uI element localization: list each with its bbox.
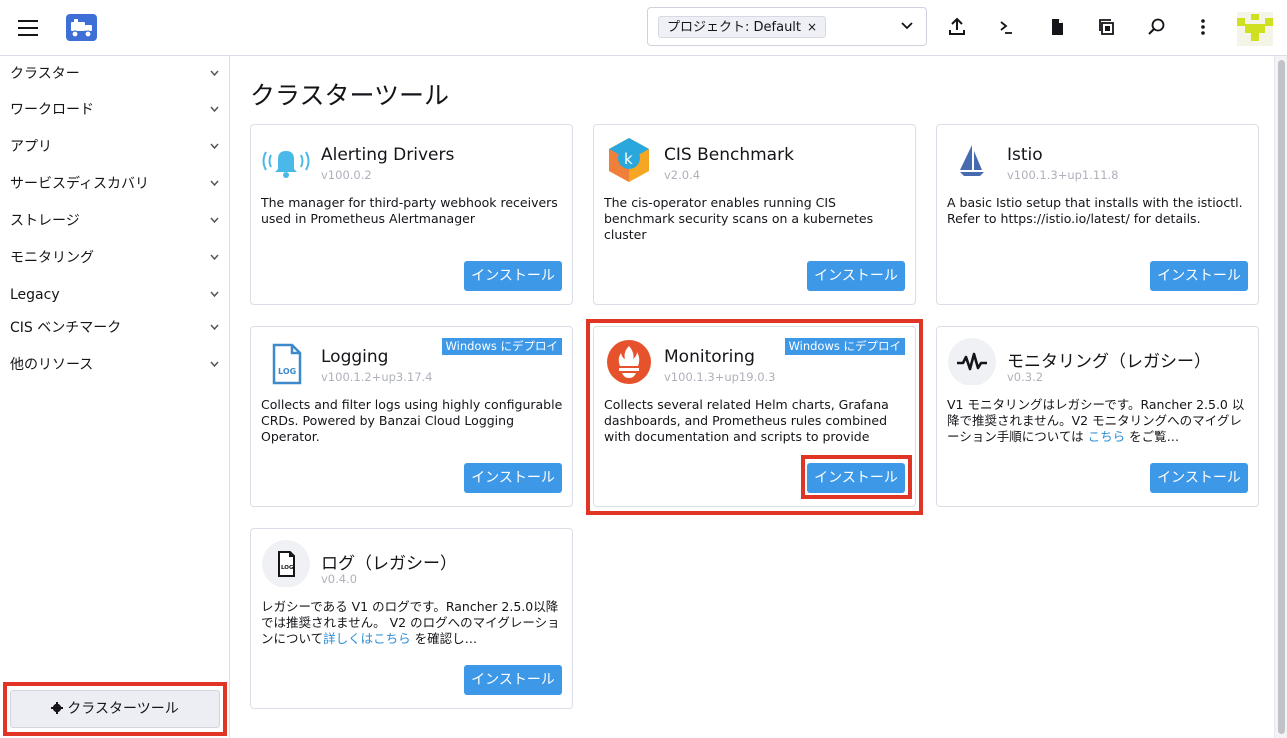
sidebar: クラスター ワークロード アプリ サービスディスカバリ ストレージ モニタリング…: [0, 56, 230, 738]
waveform-icon: [948, 338, 996, 385]
sidebar-item-label: サービスディスカバリ: [10, 176, 150, 192]
sidebar-item-label: Legacy: [10, 287, 60, 303]
install-button[interactable]: インストール: [807, 261, 905, 291]
chevron-down-icon: [210, 70, 219, 77]
main-content: クラスターツール Alerting Drivers v100.0.2 The m…: [230, 56, 1273, 738]
chart-description: V1 モニタリングはレガシーです。Rancher 2.5.0 以降で推奨されませ…: [947, 397, 1251, 447]
chart-description: The cis-operator enables running CIS ben…: [604, 195, 874, 242]
namespace-filter-select[interactable]: プロジェクト: Default ×: [647, 7, 927, 46]
log-doc-icon: LOG: [262, 540, 310, 587]
istio-sail-icon: [960, 145, 984, 176]
description-text: をご覧…: [1125, 429, 1180, 444]
chart-name: ログ（レガシー）: [321, 554, 457, 574]
chevron-down-icon: [210, 106, 219, 113]
chevron-down-icon: [210, 324, 219, 331]
top-bar: プロジェクト: Default ×: [0, 0, 1287, 56]
log-file-icon: LOG: [272, 343, 302, 385]
svg-text:k: k: [624, 150, 633, 168]
namespace-chip: プロジェクト: Default ×: [658, 16, 827, 38]
scrollbar[interactable]: [1274, 56, 1287, 738]
sidebar-item-label: アプリ: [10, 139, 52, 155]
chart-description: レガシーである V1 のログです。Rancher 2.5.0以降では推奨されませ…: [261, 599, 565, 649]
chart-version: v100.0.2: [321, 168, 372, 182]
chevron-down-icon: [210, 254, 219, 261]
chevron-down-icon: [210, 291, 219, 298]
chip-remove-icon[interactable]: ×: [807, 20, 817, 34]
svg-text:LOG: LOG: [278, 367, 296, 376]
page-title: クラスターツール: [250, 81, 450, 110]
sidebar-item-label: ワークロード: [10, 102, 94, 118]
install-button[interactable]: インストール: [1150, 261, 1248, 291]
sidebar-item-label: クラスター: [10, 66, 80, 82]
sidebar-item-workload[interactable]: ワークロード: [0, 95, 229, 125]
rancher-logo-icon[interactable]: [66, 14, 97, 41]
chart-version: v0.4.0: [321, 572, 358, 586]
scrollbar-thumb[interactable]: [1278, 60, 1285, 734]
namespace-chip-label: プロジェクト: Default: [667, 20, 802, 35]
search-icon[interactable]: [1146, 16, 1168, 38]
chart-version: v100.1.2+up3.17.4: [321, 370, 433, 384]
chart-description: The manager for third-party webhook rece…: [261, 195, 558, 226]
sidebar-item-legacy[interactable]: Legacy: [0, 280, 229, 310]
highlight-cluster-tools: [3, 682, 227, 736]
svg-text:LOG: LOG: [281, 565, 294, 571]
sidebar-item-apps[interactable]: アプリ: [0, 132, 229, 162]
sidebar-item-label: モニタリング: [10, 250, 94, 266]
sidebar-item-label: CIS ベンチマーク: [10, 320, 122, 336]
sidebar-item-label: ストレージ: [10, 213, 80, 229]
bell-icon: [262, 151, 310, 178]
chart-card-cis-benchmark[interactable]: k CIS Benchmark v2.0.4 The cis-operator …: [593, 124, 916, 305]
kubectl-shell-icon[interactable]: [996, 16, 1018, 38]
chart-card-istio[interactable]: Istio v100.1.3+up1.11.8 A basic Istio se…: [936, 124, 1259, 305]
chart-card-monitoring-legacy[interactable]: モニタリング（レガシー） v0.3.2 V1 モニタリングはレガシーです。Ran…: [936, 326, 1259, 507]
install-button[interactable]: インストール: [1150, 463, 1248, 493]
chart-version: v100.1.3+up1.11.8: [1007, 168, 1119, 182]
chevron-down-icon: [210, 217, 219, 224]
install-button[interactable]: インストール: [464, 463, 562, 493]
cis-benchmark-icon: k: [609, 138, 649, 182]
here-link[interactable]: こちら: [1088, 429, 1126, 444]
sidebar-item-other-resources[interactable]: 他のリソース: [0, 350, 229, 380]
chart-version: v0.3.2: [1007, 370, 1044, 384]
chart-description: Collects and filter logs using highly co…: [261, 397, 563, 444]
chart-name: Istio: [1007, 145, 1043, 165]
sidebar-item-storage[interactable]: ストレージ: [0, 206, 229, 236]
sidebar-item-monitoring[interactable]: モニタリング: [0, 243, 229, 273]
chevron-down-icon: [210, 143, 219, 150]
hamburger-menu-icon[interactable]: [18, 20, 38, 36]
details-link[interactable]: 詳しくはこちら: [323, 631, 411, 646]
chart-name: Alerting Drivers: [321, 145, 455, 165]
chevron-down-icon: [210, 180, 219, 187]
sidebar-item-label: 他のリソース: [10, 357, 94, 373]
description-text: を確認し…: [410, 631, 478, 646]
chart-name: モニタリング（レガシー）: [1007, 352, 1211, 372]
chart-card-alerting-drivers[interactable]: Alerting Drivers v100.0.2 The manager fo…: [250, 124, 573, 305]
chart-card-logging[interactable]: Windows にデプロイ LOG Logging v100.1.2+up3.1…: [250, 326, 573, 507]
install-button[interactable]: インストール: [464, 665, 562, 695]
chart-version: v2.0.4: [664, 168, 701, 182]
install-button[interactable]: インストール: [464, 261, 562, 291]
chevron-down-icon: [210, 361, 219, 368]
windows-deploy-badge: Windows にデプロイ: [441, 338, 562, 355]
copy-kubeconfig-icon[interactable]: [1096, 16, 1118, 38]
chevron-down-icon: [901, 22, 913, 30]
chart-name: CIS Benchmark: [664, 145, 794, 165]
sidebar-item-service-discovery[interactable]: サービスディスカバリ: [0, 169, 229, 199]
import-yaml-icon[interactable]: [946, 16, 968, 38]
sidebar-item-cluster[interactable]: クラスター: [0, 59, 229, 89]
chart-name: Logging: [321, 347, 389, 367]
highlight-monitoring-install: [801, 455, 912, 499]
kubeconfig-file-icon[interactable]: [1046, 16, 1068, 38]
chart-card-logging-legacy[interactable]: LOG ログ（レガシー） v0.4.0 レガシーである V1 のログです。Ran…: [250, 528, 573, 709]
sidebar-item-cis-benchmark[interactable]: CIS ベンチマーク: [0, 313, 229, 343]
more-actions-icon[interactable]: [1192, 16, 1214, 38]
chart-description: A basic Istio setup that installs with t…: [947, 195, 1243, 226]
user-avatar[interactable]: [1237, 12, 1273, 46]
